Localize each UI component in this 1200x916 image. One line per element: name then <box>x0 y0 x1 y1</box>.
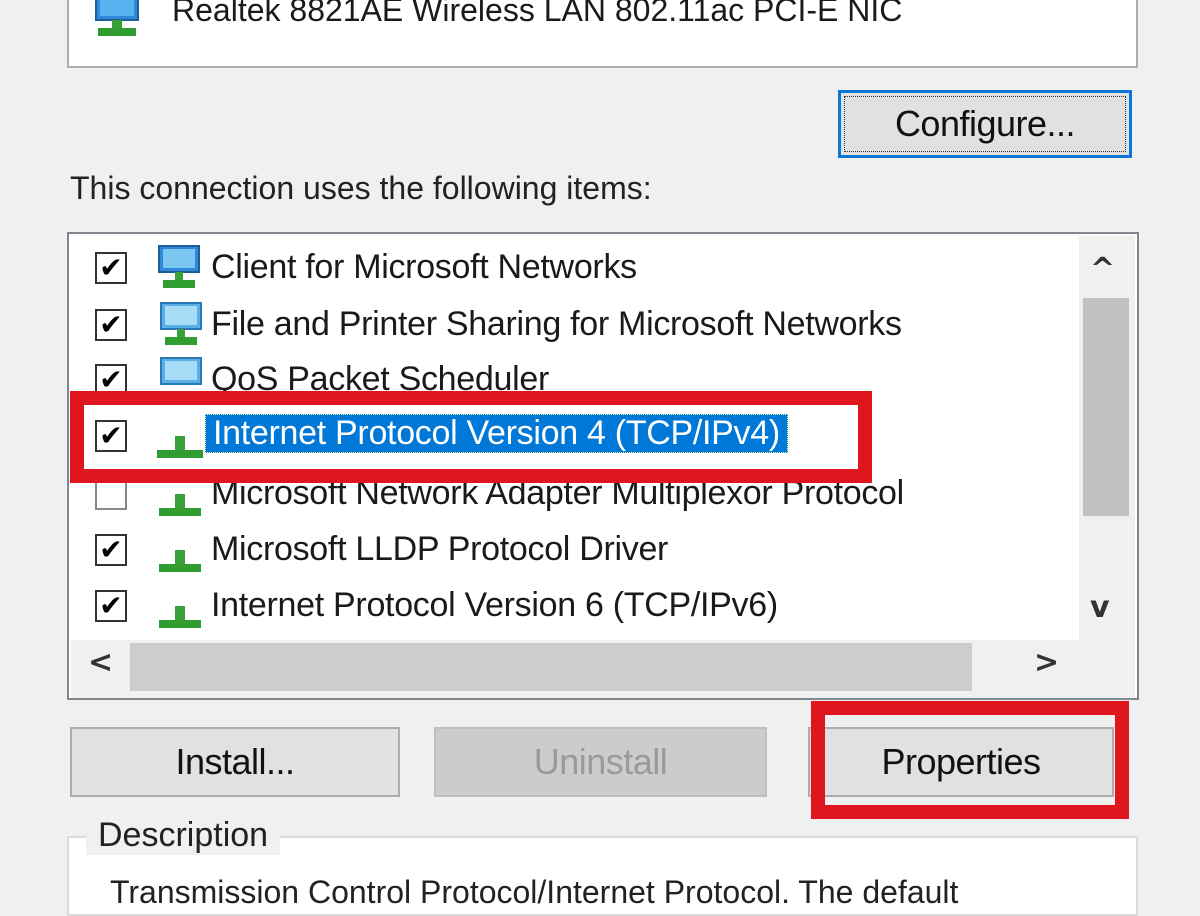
checkbox[interactable]: ✔ <box>95 252 127 284</box>
vertical-scroll-thumb[interactable] <box>1083 298 1129 516</box>
protocol-icon <box>159 606 201 628</box>
list-item-label: File and Printer Sharing for Microsoft N… <box>211 305 902 343</box>
uninstall-button: Uninstall <box>434 727 767 797</box>
annotation-highlight-properties <box>811 701 1129 819</box>
focus-rectangle <box>844 96 1126 152</box>
chevron-down-icon[interactable]: v <box>1090 590 1110 625</box>
list-item-label: Internet Protocol Version 6 (TCP/IPv6) <box>211 586 778 624</box>
chevron-up-icon[interactable]: ^ <box>1090 252 1115 287</box>
horizontal-scroll-thumb[interactable] <box>130 643 972 691</box>
network-client-icon <box>158 245 200 288</box>
checkbox[interactable]: ✔ <box>95 534 127 566</box>
list-item[interactable]: ✔ Internet Protocol Version 6 (TCP/IPv6) <box>71 578 1075 634</box>
description-text: Transmission Control Protocol/Internet P… <box>110 874 959 910</box>
chevron-left-icon[interactable]: < <box>88 645 113 680</box>
uninstall-button-label: Uninstall <box>533 741 668 782</box>
chevron-right-icon[interactable]: > <box>1034 645 1059 680</box>
network-service-icon <box>160 302 202 345</box>
list-item[interactable]: ✔ File and Printer Sharing for Microsoft… <box>71 297 1075 353</box>
list-item-label: Client for Microsoft Networks <box>211 248 637 286</box>
description-legend: Description <box>86 816 281 855</box>
items-caption: This connection uses the following items… <box>70 170 652 206</box>
install-button-label: Install... <box>175 741 295 782</box>
network-adapter-icon <box>95 0 139 36</box>
adapter-name: Realtek 8821AE Wireless LAN 802.11ac PCI… <box>172 0 903 28</box>
configure-button[interactable]: Configure... <box>838 90 1132 158</box>
list-item[interactable]: ✔ Client for Microsoft Networks <box>71 240 1075 296</box>
list-item-label: Microsoft LLDP Protocol Driver <box>211 530 669 568</box>
install-button[interactable]: Install... <box>70 727 400 797</box>
annotation-highlight-ipv4 <box>70 391 872 483</box>
list-item[interactable]: ✔ Microsoft LLDP Protocol Driver <box>71 522 1075 578</box>
checkbox[interactable]: ✔ <box>95 590 127 622</box>
protocol-icon <box>159 550 201 572</box>
checkbox[interactable]: ✔ <box>95 309 127 341</box>
